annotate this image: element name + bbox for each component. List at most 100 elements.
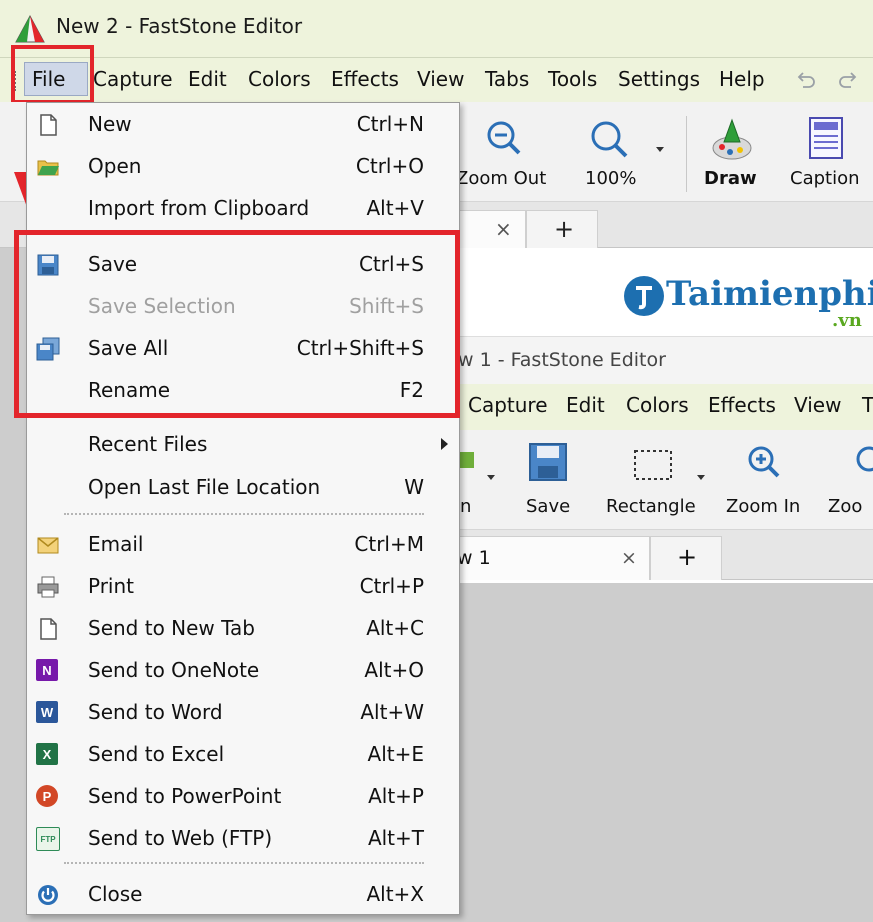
- new-tab-button[interactable]: +: [526, 210, 598, 248]
- embedded-window-title: w 1 - FastStone Editor: [458, 349, 666, 371]
- zoom-out-label[interactable]: Zoom Out: [456, 168, 546, 189]
- embedded-zoom-in-icon: [748, 446, 780, 478]
- embedded-open-label: n: [460, 496, 472, 517]
- menu-tools[interactable]: Tools: [548, 67, 597, 91]
- embedded-rectangle-label: Rectangle: [606, 496, 696, 517]
- caption-icon[interactable]: [808, 116, 844, 160]
- powerpoint-icon-letter: P: [36, 785, 58, 807]
- menu-item-label: Open: [88, 154, 142, 178]
- menu-item-shortcut: Alt+T: [367, 826, 424, 850]
- menu-item-label: Send to Excel: [88, 742, 225, 766]
- menu-item-label: Print: [88, 574, 135, 598]
- menu-item-label: Recent Files: [88, 432, 208, 456]
- menu-item-recent-files[interactable]: Recent Files: [26, 424, 460, 466]
- embedded-tab: w 1 ×: [454, 536, 650, 580]
- menu-item-label: Send to New Tab: [88, 616, 256, 640]
- add-tab-icon: +: [554, 215, 575, 243]
- menu-item-shortcut: Alt+V: [366, 196, 424, 220]
- menu-effects[interactable]: Effects: [331, 67, 399, 91]
- menu-item-open-last-file-location[interactable]: Open Last File Location W: [26, 467, 460, 509]
- menu-separator: [64, 862, 424, 864]
- embedded-zoom-in-label: Zoom In: [726, 496, 801, 517]
- embedded-tab-strip: w 1 × +: [454, 530, 873, 580]
- menu-item-shortcut: Alt+O: [364, 658, 424, 682]
- embedded-title-bar: w 1 - FastStone Editor: [454, 336, 873, 384]
- menu-item-shortcut: Alt+E: [367, 742, 424, 766]
- embedded-rect-dropdown-icon: [697, 475, 705, 480]
- zoom-level-label[interactable]: 100%: [585, 168, 636, 189]
- zoom-out-icon[interactable]: [484, 118, 524, 158]
- menu-item-send-to-onenote[interactable]: N Send to OneNote Alt+O: [26, 650, 460, 692]
- menu-item-new[interactable]: New Ctrl+N: [26, 104, 460, 146]
- draw-label[interactable]: Draw: [704, 168, 757, 189]
- embedded-menu-edit: Edit: [566, 393, 605, 417]
- menu-tabs[interactable]: Tabs: [485, 67, 529, 91]
- menu-item-shortcut: Alt+C: [366, 616, 424, 640]
- embedded-zoom-out-icon: [856, 446, 873, 472]
- menu-item-send-to-powerpoint[interactable]: P Send to PowerPoint Alt+P: [26, 776, 460, 818]
- redo-icon[interactable]: [836, 68, 860, 92]
- menu-bar: File Capture Edit Colors Effects View Ta…: [0, 58, 873, 102]
- menu-separator: [64, 513, 424, 515]
- submenu-arrow-icon: [441, 438, 448, 450]
- embedded-new-tab: +: [650, 536, 722, 580]
- new-page-icon: [36, 113, 60, 137]
- menu-view[interactable]: View: [417, 67, 464, 91]
- menu-item-close[interactable]: Close Alt+X: [26, 874, 460, 916]
- watermark-logo-icon: [624, 276, 664, 316]
- envelope-icon: [36, 533, 60, 557]
- menu-colors[interactable]: Colors: [248, 67, 311, 91]
- menu-item-label: Send to Web (FTP): [88, 826, 273, 850]
- menu-item-shortcut: Alt+W: [360, 700, 424, 724]
- embedded-save-label: Save: [526, 496, 571, 517]
- menu-item-shortcut: Alt+X: [366, 882, 424, 906]
- embedded-rectangle-icon: [634, 450, 672, 480]
- menu-item-shortcut: Alt+P: [368, 784, 424, 808]
- menu-item-send-to-web-ftp[interactable]: FTP Send to Web (FTP) Alt+T: [26, 818, 460, 860]
- document-tab[interactable]: ×: [454, 210, 526, 248]
- menu-item-label: Open Last File Location: [88, 475, 321, 499]
- embedded-save-icon: [529, 443, 567, 481]
- menu-item-label: New: [88, 112, 132, 136]
- onenote-icon: N: [36, 659, 60, 683]
- menu-item-shortcut: Ctrl+P: [359, 574, 424, 598]
- window-title: New 2 - FastStone Editor: [56, 14, 303, 38]
- embedded-menu-more: T: [862, 393, 873, 417]
- menu-edit[interactable]: Edit: [188, 67, 227, 91]
- menu-settings[interactable]: Settings: [618, 67, 700, 91]
- caption-label[interactable]: Caption: [790, 168, 860, 189]
- draw-palette-icon[interactable]: [710, 116, 754, 162]
- embedded-toolbar: n Save Rectangle Zoom In Zoo: [454, 430, 873, 530]
- embedded-add-tab-icon: +: [677, 543, 698, 571]
- menu-capture[interactable]: Capture: [93, 67, 173, 91]
- menu-item-open[interactable]: Open Ctrl+O: [26, 146, 460, 188]
- menu-item-email[interactable]: Email Ctrl+M: [26, 524, 460, 566]
- ftp-icon-letter: FTP: [36, 827, 60, 851]
- menu-item-print[interactable]: Print Ctrl+P: [26, 566, 460, 608]
- menu-item-import-from-clipboard[interactable]: Import from Clipboard Alt+V: [26, 188, 460, 230]
- menu-item-shortcut: Ctrl+O: [355, 154, 424, 178]
- zoom-level-icon[interactable]: [588, 118, 630, 160]
- zoom-dropdown-icon[interactable]: [655, 146, 665, 154]
- menu-item-send-to-new-tab[interactable]: Send to New Tab Alt+C: [26, 608, 460, 650]
- menu-item-send-to-word[interactable]: W Send to Word Alt+W: [26, 692, 460, 734]
- powerpoint-icon: P: [36, 785, 60, 809]
- menu-item-label: Email: [88, 532, 144, 556]
- faststone-logo-icon: [15, 14, 45, 43]
- menu-help[interactable]: Help: [719, 67, 765, 91]
- onenote-icon-letter: N: [36, 659, 58, 681]
- tab-close-icon[interactable]: ×: [495, 217, 512, 241]
- excel-icon: X: [36, 743, 60, 767]
- embedded-tab-close-icon: ×: [621, 547, 637, 569]
- embedded-dropdown-icon: [487, 475, 495, 480]
- word-icon-letter: W: [36, 701, 58, 723]
- menu-item-label: Close: [88, 882, 143, 906]
- menu-item-send-to-excel[interactable]: X Send to Excel Alt+E: [26, 734, 460, 776]
- menu-item-label: Send to Word: [88, 700, 223, 724]
- new-page-icon: [36, 617, 60, 641]
- save-group-callout-box: [14, 230, 460, 418]
- undo-icon[interactable]: [794, 68, 818, 92]
- embedded-menu-colors: Colors: [626, 393, 689, 417]
- menu-item-shortcut: Ctrl+M: [354, 532, 424, 556]
- word-icon: W: [36, 701, 60, 725]
